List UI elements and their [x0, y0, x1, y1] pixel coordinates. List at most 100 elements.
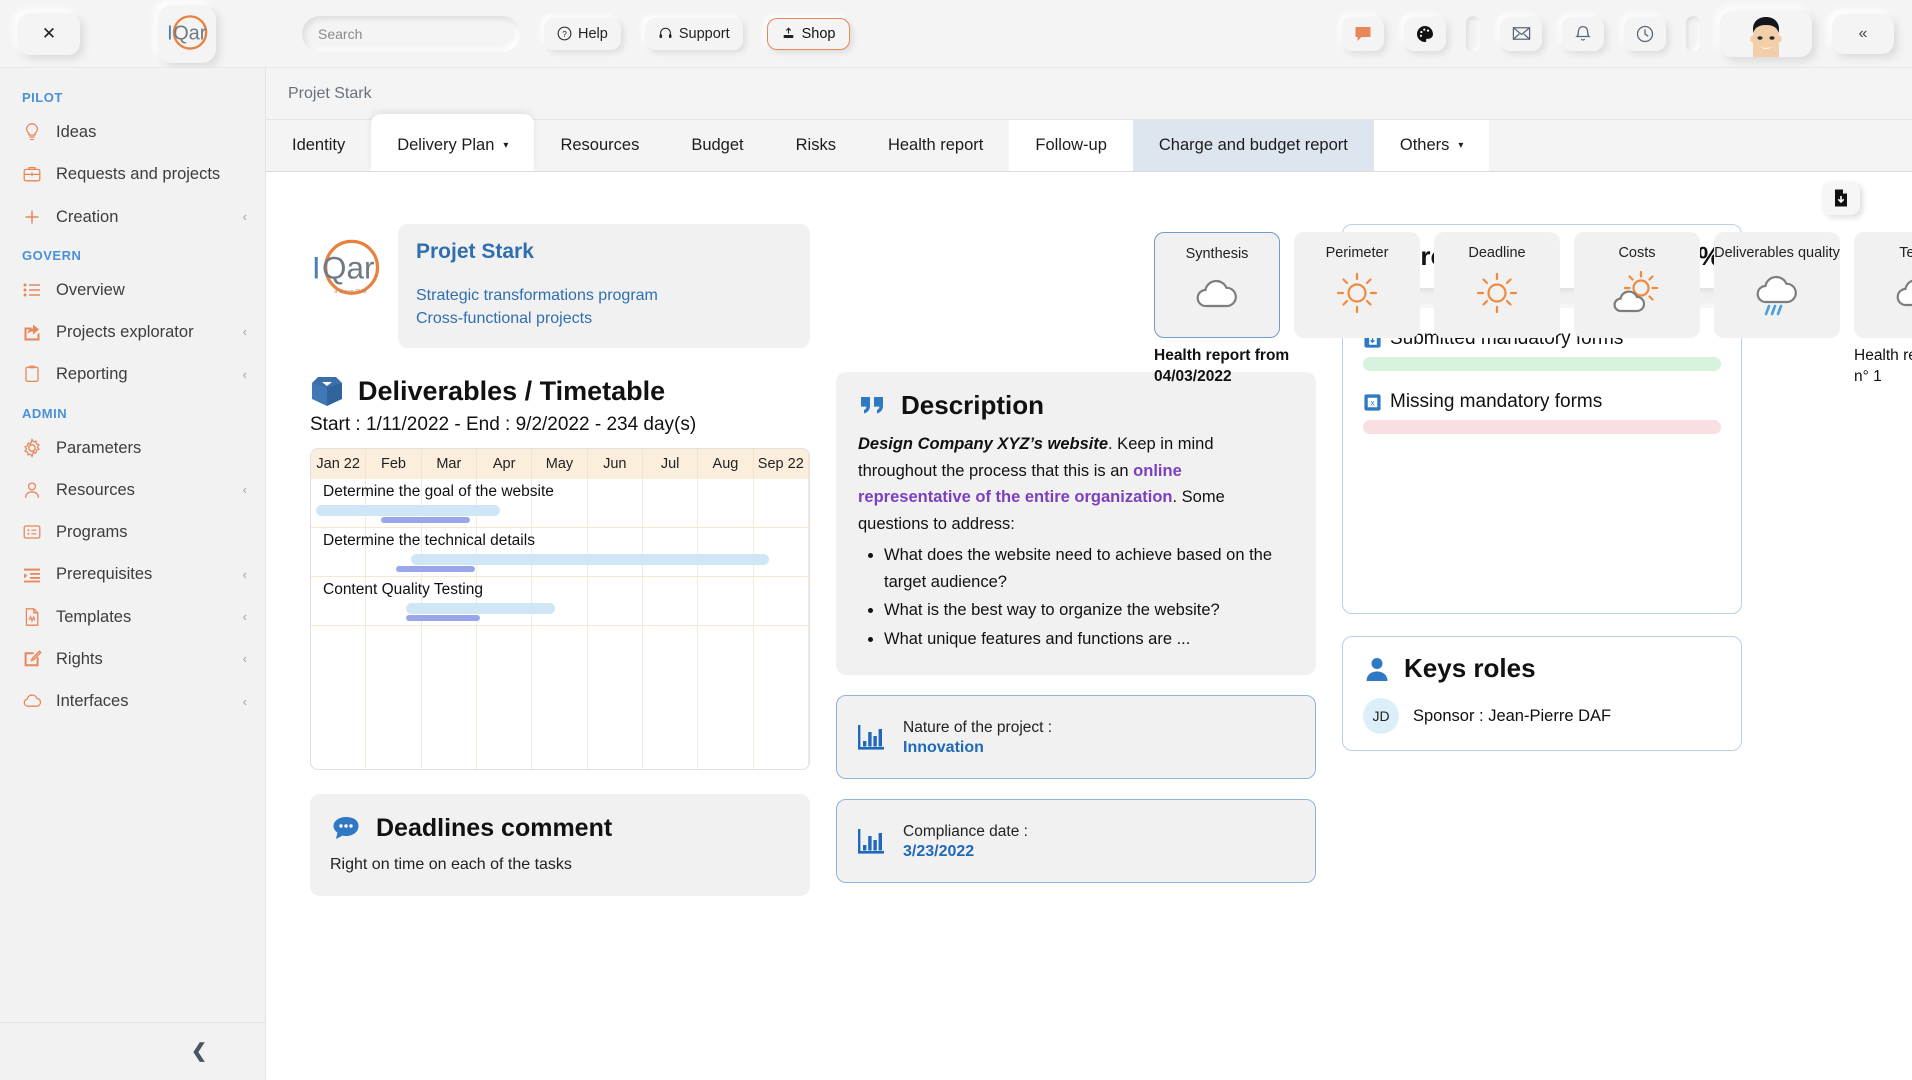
- health-card-weather: [1471, 269, 1523, 322]
- gantt-task-row[interactable]: Determine the technical details: [311, 528, 809, 578]
- description-header: Description: [858, 390, 1294, 421]
- deliverables-title-row: Deliverables / Timetable: [310, 374, 810, 408]
- deadlines-comment-text: Right on time on each of the tasks: [330, 856, 572, 874]
- grid-card-icon: [22, 522, 42, 542]
- gantt-month-label: Jul: [643, 449, 699, 480]
- sidebar-item-rights[interactable]: Rights ‹: [0, 638, 265, 680]
- sidebar-item-programs[interactable]: Programs: [0, 511, 265, 553]
- mail-icon: [1512, 27, 1530, 40]
- export-document-button[interactable]: [1822, 181, 1860, 215]
- sidebar-item-reporting[interactable]: Reporting ‹: [0, 353, 265, 395]
- chevron-right-icon: ‹: [242, 324, 247, 340]
- info-card[interactable]: Nature of the project : Innovation: [836, 694, 1316, 779]
- support-button[interactable]: Support: [644, 17, 743, 50]
- export-row: [266, 172, 1912, 224]
- chevron-right-icon: ‹: [242, 482, 247, 498]
- sidebar-item-resources[interactable]: Resources ‹: [0, 469, 265, 511]
- gantt-planned-bar: [405, 603, 555, 615]
- theme-button[interactable]: [1404, 16, 1446, 51]
- mail-button[interactable]: [1500, 16, 1542, 51]
- sidebar-item-prerequisites[interactable]: Prerequisites ‹: [0, 553, 265, 595]
- shop-button[interactable]: Shop: [766, 17, 850, 50]
- info-card-value: Innovation: [903, 739, 984, 757]
- bell-icon: [1575, 25, 1591, 41]
- sidebar-item-label: Creation: [56, 207, 119, 226]
- health-card-deadline[interactable]: Deadline: [1434, 232, 1560, 338]
- cloud-icon: [1196, 279, 1237, 307]
- sidebar-item-ideas[interactable]: Ideas: [0, 111, 265, 153]
- avatar[interactable]: [1720, 10, 1812, 57]
- gantt-chart[interactable]: Jan 22 Feb Mar Apr May Jun Jul Aug Sep 22 Determ…: [310, 448, 810, 771]
- bar-chart-icon: [858, 724, 884, 750]
- sidebar-item-interfaces[interactable]: Interfaces ‹: [0, 680, 265, 722]
- sidebar-item-templates[interactable]: Templates ‹: [0, 596, 265, 638]
- info-card[interactable]: Compliance date : 3/23/2022: [836, 798, 1316, 883]
- health-card-perimeter[interactable]: Perimeter: [1294, 232, 1420, 338]
- tab-budget[interactable]: Budget: [665, 120, 769, 171]
- gantt-task-row[interactable]: Determine the goal of the website: [311, 479, 809, 529]
- tab-follow-up[interactable]: Follow-up: [1009, 120, 1133, 171]
- gantt-body: Determine the goal of the website Determi…: [311, 479, 809, 770]
- health-report-date-line1: Health report from: [1154, 347, 1290, 364]
- share-icon: [22, 322, 42, 342]
- plus-icon: [22, 207, 42, 227]
- person-icon: [1366, 657, 1388, 681]
- app-logo-button[interactable]: I Qar: [158, 4, 216, 63]
- health-card-team[interactable]: Team: [1854, 232, 1912, 338]
- notifications-button[interactable]: [1562, 16, 1604, 51]
- health-card-weather: [1331, 269, 1383, 322]
- sidebar-item-parameters[interactable]: Parameters: [0, 427, 265, 469]
- gantt-actual-bar: [395, 566, 476, 573]
- gantt-planned-bar: [315, 505, 501, 517]
- clipboard-icon: [22, 364, 42, 384]
- health-card-costs[interactable]: Costs: [1574, 232, 1700, 338]
- collapse-header-button[interactable]: «: [1832, 13, 1894, 54]
- chevron-left-double-icon: «: [1858, 24, 1868, 42]
- tab-delivery-plan[interactable]: Delivery Plan ▾: [371, 114, 535, 171]
- svg-text:Qar: Qar: [173, 22, 207, 44]
- gantt-month-header: Jan 22 Feb Mar Apr May Jun Jul Aug Sep 22: [311, 449, 809, 480]
- chevron-down-icon: ▾: [503, 140, 509, 151]
- tab-label: Others: [1399, 136, 1450, 154]
- svg-text:I: I: [312, 250, 321, 285]
- help-label: Help: [578, 25, 608, 42]
- headset-icon: [659, 27, 672, 38]
- sidebar-item-label: Programs: [56, 523, 128, 542]
- sidebar-item-label: Reporting: [56, 365, 128, 384]
- chat-button[interactable]: [1342, 16, 1384, 51]
- missing-forms-bar: [1363, 420, 1721, 434]
- lightbulb-icon: [22, 122, 42, 142]
- description-bullet: What does the website need to achieve ba…: [884, 542, 1294, 595]
- help-button[interactable]: ? Help: [544, 17, 621, 50]
- tab-health-report[interactable]: Health report: [862, 120, 1009, 171]
- sidebar-item-projects-explorator[interactable]: Projects explorator ‹: [0, 311, 265, 353]
- chevron-right-icon: ‹: [242, 651, 247, 667]
- keys-roles-title: Keys roles: [1404, 653, 1536, 683]
- tab-charge-and-budget-report[interactable]: Charge and budget report: [1132, 120, 1374, 171]
- tab-risks[interactable]: Risks: [770, 120, 862, 171]
- sidebar-collapse-icon[interactable]: ❮: [191, 1040, 207, 1063]
- search-input[interactable]: [318, 25, 504, 42]
- chevron-right-icon: ‹: [242, 609, 247, 625]
- support-label: Support: [678, 25, 730, 42]
- close-button[interactable]: ✕: [18, 12, 80, 55]
- search-box[interactable]: [302, 15, 520, 52]
- sidebar-item-creation[interactable]: Creation ‹: [0, 196, 265, 238]
- health-card-deliverables-quality[interactable]: Deliverables quality: [1714, 232, 1840, 338]
- gantt-task-row[interactable]: Content Quality Testing: [311, 577, 809, 627]
- project-category: Cross-functional projects: [416, 310, 593, 328]
- sidebar-item-label: Projects explorator: [56, 323, 194, 342]
- tab-others[interactable]: Others ▾: [1373, 120, 1490, 171]
- info-card-label: Nature of the project :: [903, 719, 1053, 737]
- sidebar-item-overview[interactable]: Overview: [0, 269, 265, 311]
- gantt-actual-bar: [405, 615, 481, 622]
- tab-identity[interactable]: Identity: [266, 120, 371, 171]
- tab-resources[interactable]: Resources: [534, 120, 665, 171]
- health-card-synthesis[interactable]: Synthesis: [1154, 232, 1280, 338]
- key-role-row[interactable]: JD Sponsor : Jean-Pierre DAF: [1363, 698, 1721, 734]
- history-button[interactable]: [1624, 16, 1666, 51]
- file-icon: [22, 607, 42, 627]
- deliverables-range: Start : 1/11/2022 - End : 9/2/2022 - 234…: [310, 414, 697, 436]
- health-card-label: Synthesis: [1185, 246, 1249, 262]
- sidebar-item-requests-and-projects[interactable]: Requests and projects: [0, 153, 265, 195]
